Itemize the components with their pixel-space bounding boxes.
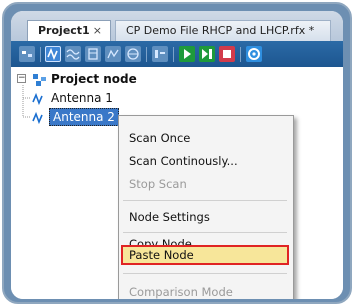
context-menu: Scan Once Scan Continously... Stop Scan …	[118, 115, 294, 299]
stop-icon[interactable]	[219, 46, 235, 62]
tab-cp-demo-file-label: CP Demo File RHCP and LHCP.rfx *	[126, 24, 315, 37]
sphere-icon[interactable]	[125, 46, 141, 62]
antenna-icon[interactable]	[45, 46, 61, 62]
toolbar-separator	[240, 47, 241, 62]
project-node-icon	[32, 72, 48, 91]
tree-item-project-node[interactable]: Project node	[51, 70, 137, 88]
tab-bar: Project1 × CP Demo File RHCP and LHCP.rf…	[11, 11, 343, 41]
tab-cp-demo-file[interactable]: CP Demo File RHCP and LHCP.rfx *	[115, 20, 331, 41]
table-icon[interactable]	[85, 46, 101, 62]
chart-icon[interactable]	[105, 46, 121, 62]
tree-item-antenna-1[interactable]: Antenna 1	[51, 89, 113, 107]
screenshot-frame: Project1 × CP Demo File RHCP and LHCP.rf…	[2, 2, 352, 304]
toolbar-separator	[146, 47, 147, 62]
close-icon[interactable]: ×	[93, 21, 102, 40]
settings-icon[interactable]	[246, 46, 262, 62]
tab-project1[interactable]: Project1 ×	[27, 20, 111, 41]
menu-separator	[123, 232, 287, 233]
menu-separator	[123, 273, 287, 274]
wave-icon[interactable]	[65, 46, 81, 62]
menu-item-node-settings[interactable]: Node Settings	[129, 208, 210, 226]
collapse-toggle[interactable]: −	[17, 74, 26, 83]
menu-separator	[123, 200, 287, 201]
play-next-icon[interactable]	[199, 46, 215, 62]
menu-item-stop-scan[interactable]: Stop Scan	[129, 175, 187, 193]
play-icon[interactable]	[179, 46, 195, 62]
menu-item-scan-once[interactable]: Scan Once	[129, 129, 190, 147]
select-icon[interactable]	[19, 46, 35, 62]
scan-list-icon[interactable]	[152, 46, 168, 62]
project-panel: Project1 × CP Demo File RHCP and LHCP.rf…	[11, 11, 343, 299]
toolbar-separator	[173, 47, 174, 62]
menu-item-comparison-mode[interactable]: Comparison Mode	[129, 283, 233, 299]
toolbar	[11, 41, 343, 67]
tree-item-antenna-2[interactable]: Antenna 2	[49, 108, 119, 126]
menu-item-scan-continuously[interactable]: Scan Continously...	[129, 152, 238, 170]
antenna-icon	[32, 91, 46, 110]
toolbar-separator	[40, 47, 41, 62]
menu-item-paste-node[interactable]: Paste Node	[129, 246, 194, 264]
antenna-icon	[32, 110, 46, 129]
tab-project1-label: Project1	[38, 24, 90, 37]
